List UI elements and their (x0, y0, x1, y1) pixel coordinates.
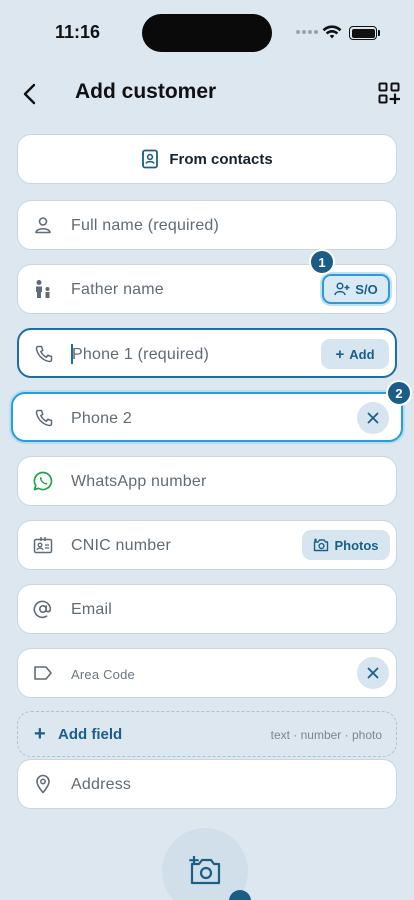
whatsapp-field[interactable]: WhatsApp number (17, 456, 397, 506)
cnic-field[interactable]: CNIC number Photos (17, 520, 397, 570)
address-field[interactable]: Address (17, 759, 397, 809)
add-field-label: Add field (58, 726, 123, 743)
cnic-placeholder: CNIC number (71, 537, 172, 554)
battery-tip (378, 30, 380, 36)
parent-child-icon (32, 278, 54, 300)
page-title: Add customer (75, 80, 217, 103)
plus-icon: + (335, 345, 345, 363)
person-add-icon (334, 282, 350, 296)
add-photo-button[interactable] (162, 828, 248, 900)
cnic-photos-label: Photos (334, 537, 379, 553)
person-icon (32, 214, 54, 236)
email-field[interactable]: Email (17, 584, 397, 634)
signal-icon (296, 30, 318, 34)
from-contacts-button[interactable]: From contacts (17, 134, 397, 184)
status-time: 11:16 (55, 22, 101, 42)
phone2-field[interactable]: Phone 2 (11, 392, 403, 442)
email-placeholder: Email (71, 601, 113, 618)
tutorial-badge-1: 1 (309, 249, 335, 275)
plus-icon: + (34, 723, 46, 745)
close-icon (367, 412, 379, 424)
id-card-icon (32, 534, 54, 556)
wifi-icon (322, 25, 342, 39)
full-name-placeholder: Full name (required) (71, 217, 220, 234)
cnic-photos-button[interactable]: Photos (302, 530, 390, 560)
whatsapp-placeholder: WhatsApp number (71, 473, 207, 490)
area-code-field[interactable]: Area Code (17, 648, 397, 698)
phone2-value: Phone 2 (71, 410, 133, 427)
close-icon (367, 667, 379, 679)
photo-badge (229, 890, 251, 900)
remove-area-code-button[interactable] (357, 657, 389, 689)
back-arrow-icon (23, 83, 36, 105)
father-name-field[interactable]: Father name S/O (17, 264, 397, 314)
back-button[interactable] (14, 78, 46, 110)
add-phone-label: Add (349, 346, 375, 362)
phone-icon (33, 343, 55, 365)
battery-icon (349, 26, 377, 40)
address-placeholder: Address (71, 776, 132, 793)
clear-phone2-button[interactable] (357, 402, 389, 434)
header: Add customer (0, 70, 414, 116)
at-sign-icon (32, 598, 54, 620)
phone-icon (33, 407, 55, 429)
qr-add-icon (378, 82, 400, 104)
contacts-book-icon (142, 149, 159, 169)
camera-add-icon (314, 538, 329, 552)
camera-add-icon (189, 856, 221, 885)
phone1-placeholder: Phone 1 (required) (72, 346, 210, 363)
add-field-hint: text · number · photo (270, 728, 382, 742)
tutorial-badge-2: 2 (386, 380, 412, 406)
status-bar: 11:16 (0, 0, 414, 66)
so-button[interactable]: S/O (322, 274, 390, 304)
so-button-label: S/O (355, 281, 378, 297)
dynamic-island (142, 14, 272, 52)
phone1-field[interactable]: Phone 1 (required) + Add (17, 328, 397, 378)
father-name-placeholder: Father name (71, 281, 164, 298)
location-pin-icon (32, 773, 54, 795)
tag-icon (32, 662, 54, 684)
full-name-field[interactable]: Full name (required) (17, 200, 397, 250)
from-contacts-label: From contacts (169, 150, 273, 168)
scan-qr-button[interactable] (374, 78, 404, 108)
add-phone-button[interactable]: + Add (321, 339, 389, 369)
area-code-label: Area Code (71, 667, 135, 682)
add-field-button[interactable]: + Add field text · number · photo (17, 711, 397, 757)
whatsapp-icon (32, 470, 54, 492)
